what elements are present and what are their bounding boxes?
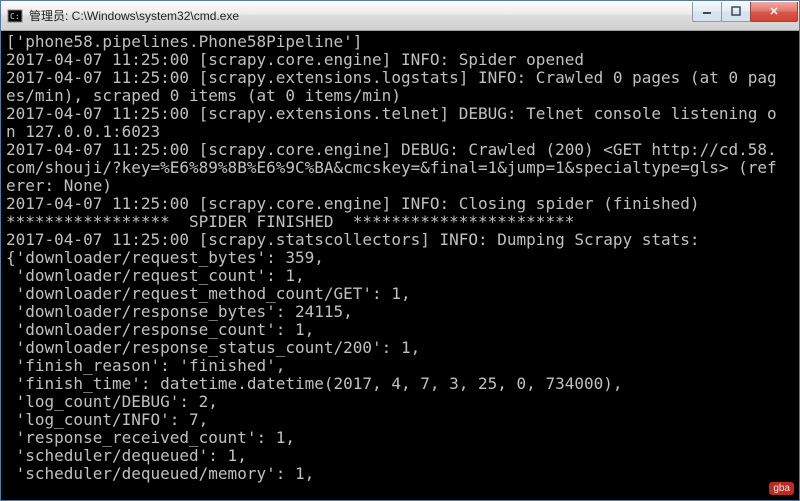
terminal-output[interactable]: ['phone58.pipelines.Phone58Pipeline'] 20… <box>1 31 799 500</box>
maximize-button[interactable] <box>721 2 751 22</box>
app-icon: C: <box>7 8 23 24</box>
window-controls <box>693 2 798 22</box>
cmd-window: C: 管理员: C:\Windows\system32\cmd.exe ['ph… <box>0 0 800 501</box>
window-title: 管理员: C:\Windows\system32\cmd.exe <box>29 7 693 24</box>
minimize-button[interactable] <box>692 2 722 22</box>
close-button[interactable] <box>750 2 798 22</box>
watermark-badge: gba <box>769 482 794 495</box>
titlebar[interactable]: C: 管理员: C:\Windows\system32\cmd.exe <box>1 1 799 31</box>
svg-text:C:: C: <box>10 12 20 21</box>
